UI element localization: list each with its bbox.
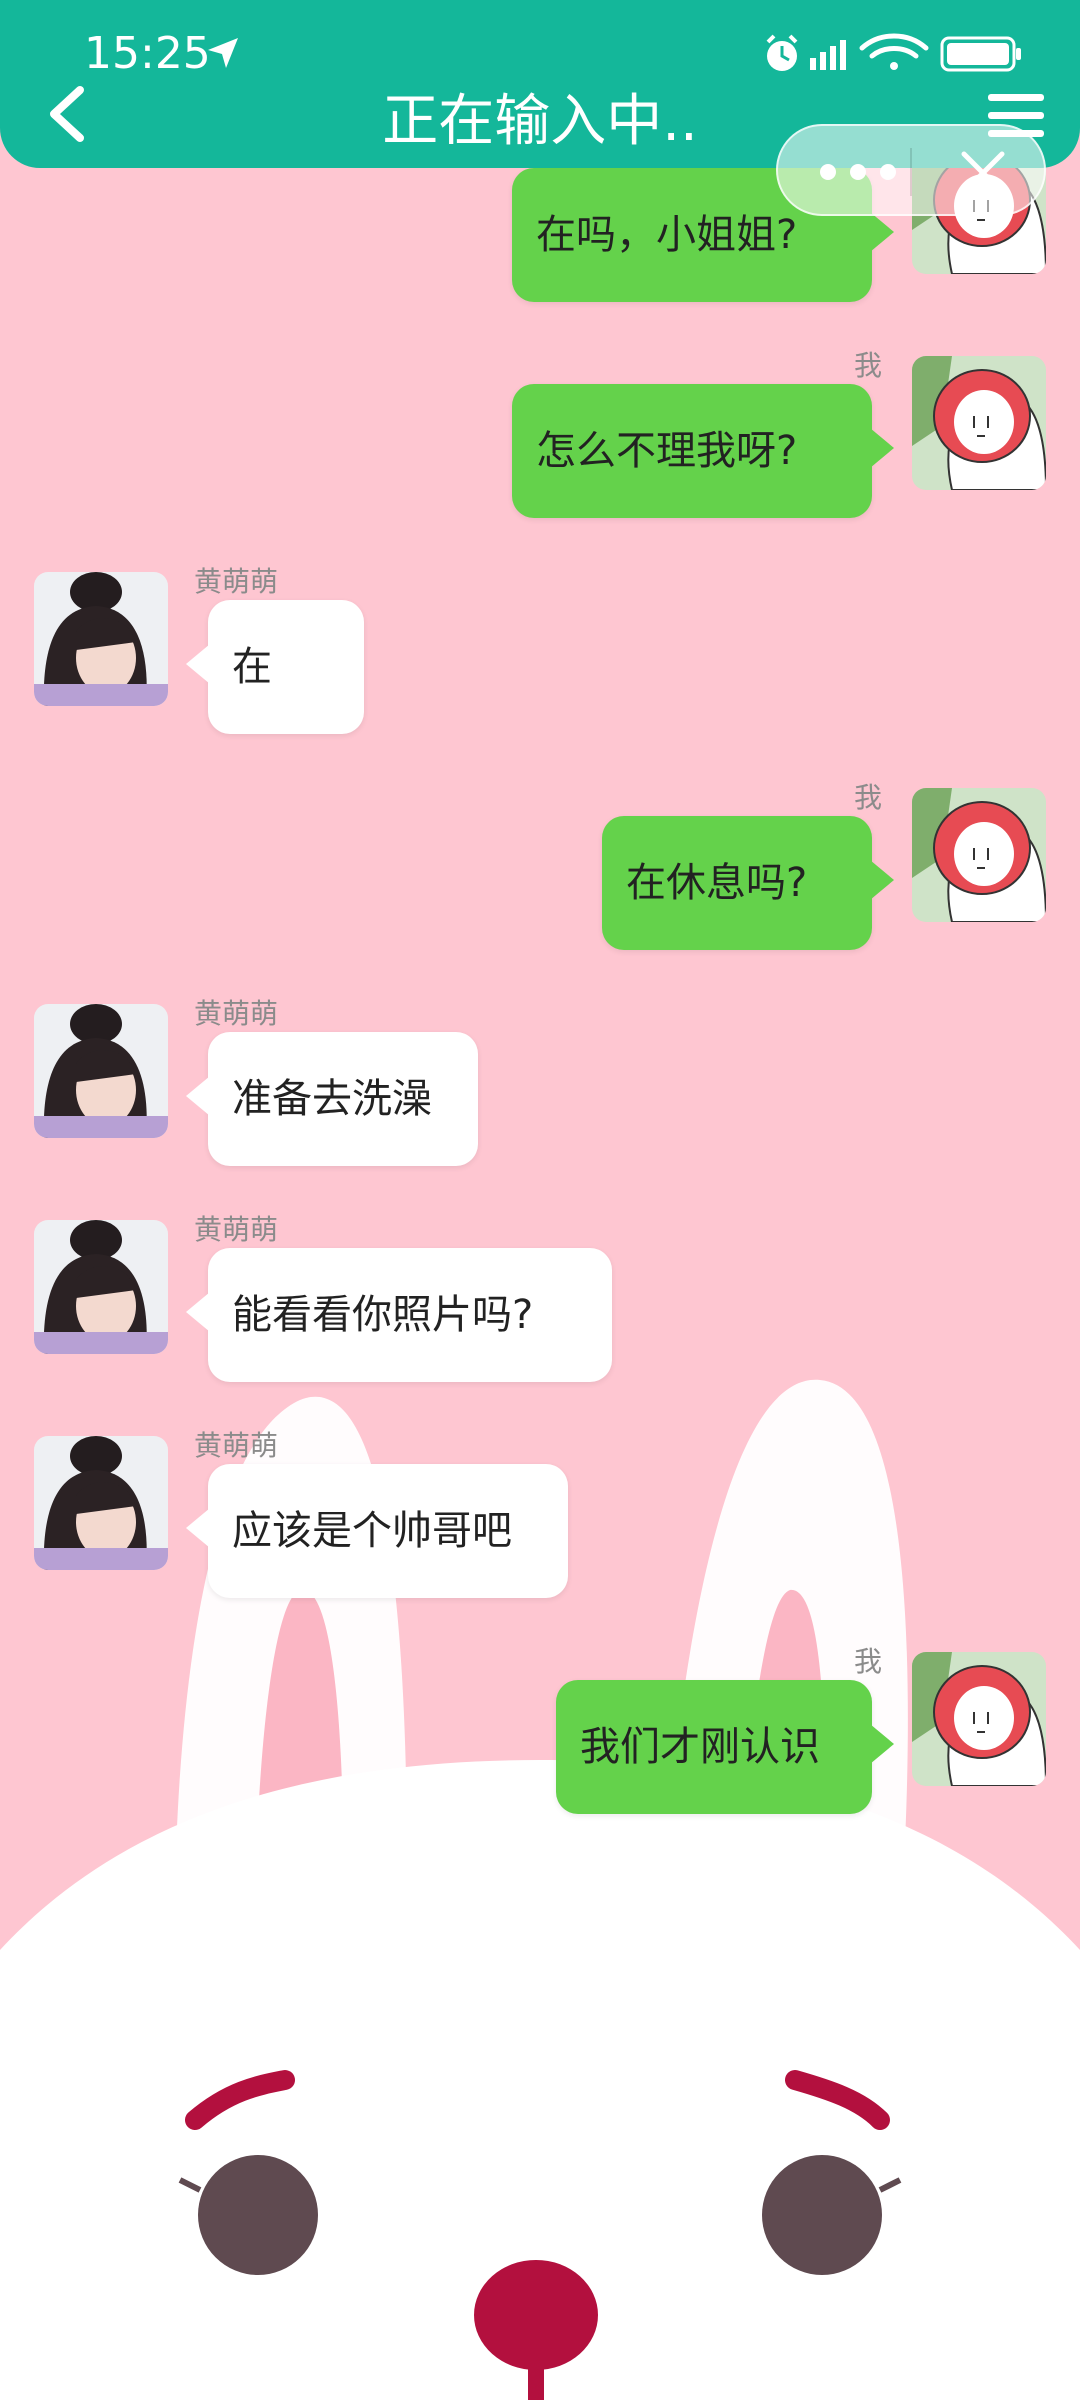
avatar-girl[interactable] <box>34 572 168 706</box>
avatar-image <box>912 1652 1046 1786</box>
alarm-icon <box>766 34 798 71</box>
message-bubble-her[interactable]: 能看看你照片吗? <box>186 1248 612 1382</box>
sender-name: 黄萌萌 <box>194 1213 279 1246</box>
avatar-image <box>912 788 1046 922</box>
capsule-divider <box>910 148 912 196</box>
avatar-image <box>34 572 168 706</box>
avatar-girl[interactable] <box>34 1220 168 1354</box>
avatar-image <box>34 1220 168 1354</box>
avatar-image <box>34 1436 168 1570</box>
avatar-image <box>34 1004 168 1138</box>
chat-area[interactable]: 在吗，小姐姐? 我 怎么不理我呀? 黄萌萌 在 我 在休息吗? 黄萌萌 准备去洗… <box>0 0 1080 2400</box>
avatar-girl[interactable] <box>34 1436 168 1570</box>
battery-icon <box>940 36 1021 72</box>
avatar-image <box>912 356 1046 490</box>
sender-name: 黄萌萌 <box>194 565 279 598</box>
mini-program-capsule <box>776 124 1046 216</box>
location-arrow-icon <box>208 38 238 68</box>
close-icon[interactable] <box>956 146 1010 200</box>
wifi-icon <box>859 33 929 70</box>
sender-name: 黄萌萌 <box>194 1429 279 1462</box>
sender-name: 黄萌萌 <box>194 997 279 1030</box>
avatar-me[interactable] <box>912 788 1046 922</box>
status-time: 15:25 <box>84 28 211 79</box>
message-bubble-her[interactable]: 准备去洗澡 <box>186 1032 478 1166</box>
sender-name: 我 <box>854 349 883 382</box>
message-bubble-me[interactable]: 在休息吗? <box>602 816 894 950</box>
avatar-me[interactable] <box>912 1652 1046 1786</box>
message-bubble-her[interactable]: 在 <box>186 600 364 734</box>
message-bubble-me[interactable]: 我们才刚认识 <box>556 1680 894 1814</box>
sender-name: 我 <box>854 1645 883 1678</box>
message-bubble-me[interactable]: 怎么不理我呀? <box>512 384 894 518</box>
avatar-girl[interactable] <box>34 1004 168 1138</box>
more-dots-icon[interactable] <box>808 156 908 188</box>
status-icons <box>766 33 1021 72</box>
sender-name: 我 <box>854 781 883 814</box>
avatar-me[interactable] <box>912 356 1046 490</box>
message-bubble-her[interactable]: 应该是个帅哥吧 <box>186 1464 568 1598</box>
signal-icon <box>810 40 846 70</box>
